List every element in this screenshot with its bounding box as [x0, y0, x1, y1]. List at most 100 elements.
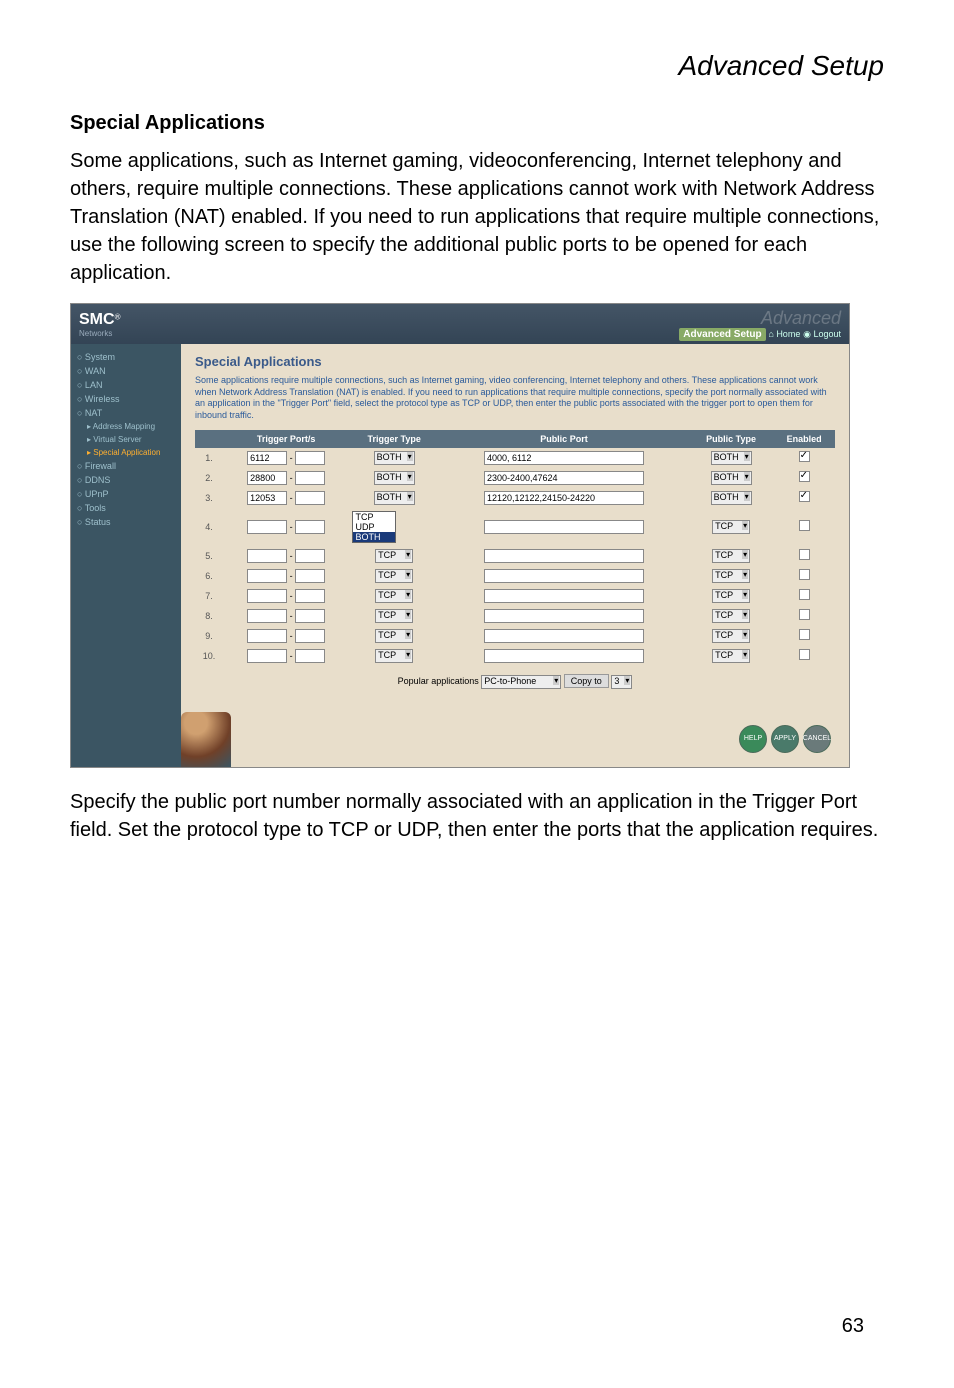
- enabled-checkbox[interactable]: [799, 609, 810, 620]
- table-row: 5. - TCPTCP: [195, 546, 835, 566]
- trigger-port-input[interactable]: [247, 491, 287, 505]
- trigger-type-select[interactable]: TCP: [375, 549, 413, 563]
- section-heading: Special Applications: [70, 112, 884, 135]
- public-port-input[interactable]: [484, 649, 644, 663]
- enabled-checkbox[interactable]: [799, 491, 810, 502]
- sidebar: ○ System○ WAN○ LAN○ Wireless○ NAT▸ Addre…: [71, 344, 181, 767]
- sidebar-item-wireless[interactable]: ○ Wireless: [75, 392, 177, 406]
- help-button[interactable]: HELP: [739, 725, 767, 753]
- enabled-checkbox[interactable]: [799, 629, 810, 640]
- trigger-port-input-end[interactable]: [295, 471, 325, 485]
- public-port-input[interactable]: [484, 549, 644, 563]
- public-type-select[interactable]: TCP: [712, 649, 750, 663]
- enabled-checkbox[interactable]: [799, 520, 810, 531]
- public-port-input[interactable]: [484, 629, 644, 643]
- select-option[interactable]: UDP: [353, 522, 395, 532]
- select-option[interactable]: BOTH: [353, 532, 395, 542]
- trigger-port-input[interactable]: [247, 629, 287, 643]
- logout-link[interactable]: ◉ Logout: [803, 329, 841, 339]
- public-type-select[interactable]: BOTH: [711, 451, 752, 465]
- apply-button[interactable]: APPLY: [771, 725, 799, 753]
- table-row: 4. - TCPUDPBOTHTCP: [195, 508, 835, 546]
- sidebar-item-address-mapping[interactable]: ▸ Address Mapping: [75, 420, 177, 433]
- sidebar-item-ddns[interactable]: ○ DDNS: [75, 473, 177, 487]
- table-row: 1. - BOTHBOTH: [195, 448, 835, 468]
- row-number: 5.: [195, 546, 223, 566]
- trigger-port-input[interactable]: [247, 451, 287, 465]
- public-type-select[interactable]: TCP: [712, 609, 750, 623]
- table-row: 3. - BOTHBOTH: [195, 488, 835, 508]
- public-type-select[interactable]: TCP: [712, 549, 750, 563]
- sidebar-item-nat[interactable]: ○ NAT: [75, 406, 177, 420]
- select-option[interactable]: TCP: [353, 512, 395, 522]
- trigger-type-select[interactable]: TCP: [375, 649, 413, 663]
- trigger-type-select[interactable]: TCP: [375, 589, 413, 603]
- trigger-type-select[interactable]: TCP: [375, 609, 413, 623]
- trigger-port-input-end[interactable]: [295, 589, 325, 603]
- trigger-port-input-end[interactable]: [295, 451, 325, 465]
- public-port-input[interactable]: [484, 589, 644, 603]
- public-type-select[interactable]: TCP: [712, 589, 750, 603]
- public-type-select[interactable]: TCP: [712, 520, 750, 534]
- home-link[interactable]: ⌂ Home: [768, 329, 800, 339]
- copyto-select[interactable]: 3: [611, 675, 632, 689]
- public-port-input[interactable]: [484, 569, 644, 583]
- row-number: 6.: [195, 566, 223, 586]
- trigger-type-select[interactable]: BOTH: [374, 451, 415, 465]
- logo: SMC: [79, 311, 115, 328]
- public-type-select[interactable]: TCP: [712, 569, 750, 583]
- public-type-select[interactable]: BOTH: [711, 471, 752, 485]
- trigger-port-input[interactable]: [247, 649, 287, 663]
- trigger-port-input[interactable]: [247, 549, 287, 563]
- public-port-input[interactable]: [484, 520, 644, 534]
- sidebar-item-virtual-server[interactable]: ▸ Virtual Server: [75, 433, 177, 446]
- trigger-type-select-open[interactable]: TCPUDPBOTH: [352, 511, 396, 543]
- brand-ghost: Advanced: [761, 308, 841, 328]
- trigger-port-input[interactable]: [247, 471, 287, 485]
- enabled-checkbox[interactable]: [799, 569, 810, 580]
- popular-label: Popular applications: [398, 676, 479, 686]
- public-port-input[interactable]: [484, 491, 644, 505]
- trigger-port-input[interactable]: [247, 569, 287, 583]
- trigger-port-input[interactable]: [247, 589, 287, 603]
- table-row: 6. - TCPTCP: [195, 566, 835, 586]
- enabled-checkbox[interactable]: [799, 549, 810, 560]
- trigger-type-select[interactable]: TCP: [375, 629, 413, 643]
- enabled-checkbox[interactable]: [799, 649, 810, 660]
- enabled-checkbox[interactable]: [799, 471, 810, 482]
- trigger-port-input-end[interactable]: [295, 549, 325, 563]
- public-port-input[interactable]: [484, 451, 644, 465]
- public-port-input[interactable]: [484, 609, 644, 623]
- brand-right: Advanced Setup: [679, 328, 765, 341]
- sidebar-item-special-application[interactable]: ▸ Special Application: [75, 446, 177, 459]
- sidebar-item-firewall[interactable]: ○ Firewall: [75, 459, 177, 473]
- enabled-checkbox[interactable]: [799, 589, 810, 600]
- trigger-port-input[interactable]: [247, 520, 287, 534]
- public-type-select[interactable]: TCP: [712, 629, 750, 643]
- trigger-port-input[interactable]: [247, 609, 287, 623]
- sidebar-item-status[interactable]: ○ Status: [75, 515, 177, 529]
- trigger-port-input-end[interactable]: [295, 629, 325, 643]
- enabled-checkbox[interactable]: [799, 451, 810, 462]
- trigger-type-select[interactable]: BOTH: [374, 491, 415, 505]
- public-type-select[interactable]: BOTH: [711, 491, 752, 505]
- table-header: [195, 430, 223, 448]
- trigger-port-input-end[interactable]: [295, 569, 325, 583]
- sidebar-item-system[interactable]: ○ System: [75, 350, 177, 364]
- trigger-port-input-end[interactable]: [295, 520, 325, 534]
- trigger-port-input-end[interactable]: [295, 491, 325, 505]
- trigger-type-select[interactable]: TCP: [375, 569, 413, 583]
- copyto-button[interactable]: Copy to: [564, 674, 609, 688]
- popular-select[interactable]: PC-to-Phone: [481, 675, 561, 689]
- sidebar-item-lan[interactable]: ○ LAN: [75, 378, 177, 392]
- table-header: Public Type: [689, 430, 773, 448]
- sidebar-item-wan[interactable]: ○ WAN: [75, 364, 177, 378]
- public-port-input[interactable]: [484, 471, 644, 485]
- table-header: Trigger Port/s: [223, 430, 350, 448]
- sidebar-item-tools[interactable]: ○ Tools: [75, 501, 177, 515]
- cancel-button[interactable]: CANCEL: [803, 725, 831, 753]
- trigger-port-input-end[interactable]: [295, 649, 325, 663]
- sidebar-item-upnp[interactable]: ○ UPnP: [75, 487, 177, 501]
- trigger-type-select[interactable]: BOTH: [374, 471, 415, 485]
- trigger-port-input-end[interactable]: [295, 609, 325, 623]
